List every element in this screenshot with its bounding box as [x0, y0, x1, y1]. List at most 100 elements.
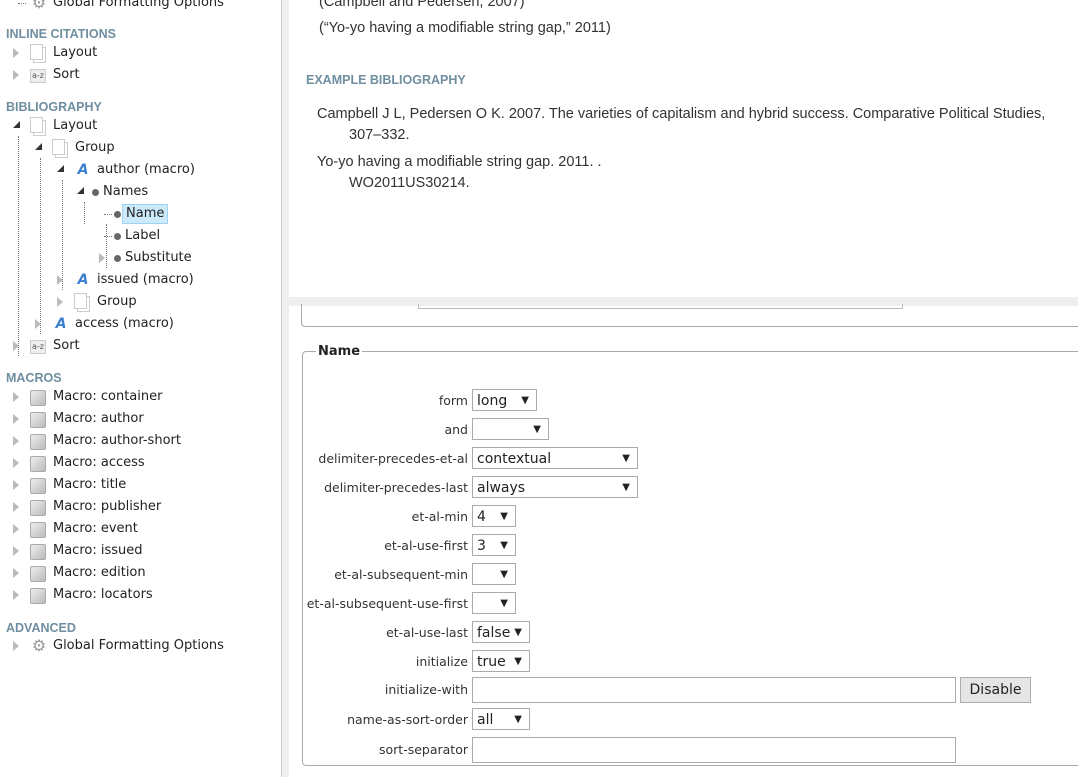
- expand-icon[interactable]: [13, 480, 19, 490]
- tree-item[interactable]: Macro: issued: [0, 541, 280, 561]
- tree-item-label[interactable]: Macro: access: [50, 453, 148, 473]
- selected-value: long: [477, 393, 508, 409]
- expand-icon[interactable]: [13, 524, 19, 534]
- expand-icon[interactable]: [13, 502, 19, 512]
- expand-icon[interactable]: [13, 568, 19, 578]
- field-label: sort-separator: [379, 742, 468, 757]
- tree-item[interactable]: a-z Sort: [0, 336, 280, 356]
- tree-item[interactable]: Macro: access: [0, 453, 280, 473]
- tree-item-label[interactable]: Macro: author: [50, 409, 147, 429]
- initialize-with-input[interactable]: [472, 677, 956, 703]
- tree-item-label[interactable]: access (macro): [72, 314, 177, 334]
- tree-item-label[interactable]: issued (macro): [94, 270, 197, 290]
- tree-section-heading: ADVANCED: [6, 621, 76, 635]
- expand-icon[interactable]: [13, 70, 19, 80]
- dropdown-arrow-icon: ▼: [514, 714, 522, 725]
- tree-item-label[interactable]: Group: [72, 138, 118, 158]
- field-label: et-al-min: [411, 509, 468, 524]
- tree-item[interactable]: Macro: container: [0, 387, 280, 407]
- collapse-icon[interactable]: [13, 121, 20, 128]
- panel-splitter[interactable]: [282, 0, 289, 777]
- tree-item-label[interactable]: Macro: locators: [50, 585, 156, 605]
- tree-guide-line: [106, 224, 107, 268]
- sort-icon: a-z: [30, 340, 46, 354]
- tree-item[interactable]: Macro: author-short: [0, 431, 280, 451]
- tree-item[interactable]: Label: [0, 226, 280, 246]
- et-al-subsequent-min-select[interactable]: ▼: [472, 563, 516, 585]
- tree-item-label[interactable]: author (macro): [94, 160, 198, 180]
- tree-item-label[interactable]: Layout: [50, 116, 100, 136]
- tree-item[interactable]: Macro: title: [0, 475, 280, 495]
- tree-item[interactable]: Macro: publisher: [0, 497, 280, 517]
- et-al-min-select[interactable]: 4 ▼: [472, 505, 516, 527]
- expand-icon[interactable]: [13, 641, 19, 651]
- expand-icon[interactable]: [13, 414, 19, 424]
- tree-item[interactable]: Names: [0, 182, 280, 202]
- tree-item[interactable]: Aauthor (macro): [0, 160, 280, 180]
- tree-item[interactable]: a-z Sort: [0, 65, 280, 85]
- tree-item[interactable]: ⚙ Global Formatting Options: [0, 636, 280, 656]
- style-tree-panel: ⚙ Global Formatting Options INLINE CITATIO…: [0, 0, 282, 777]
- tree-item-label[interactable]: Sort: [50, 336, 83, 356]
- cube-icon: [30, 588, 46, 604]
- tree-item-label[interactable]: Global Formatting Options: [50, 636, 227, 656]
- tree-item-label[interactable]: Layout: [50, 43, 100, 63]
- expand-icon[interactable]: [57, 297, 63, 307]
- expand-icon[interactable]: [13, 590, 19, 600]
- name-as-sort-order-select[interactable]: all ▼: [472, 708, 530, 730]
- et-al-subsequent-use-first-select[interactable]: ▼: [472, 592, 516, 614]
- initialize-select[interactable]: true ▼: [472, 650, 530, 672]
- selected-value: false: [477, 625, 511, 641]
- sort-separator-input[interactable]: [472, 737, 956, 763]
- delimiter-precedes-last-select[interactable]: always ▼: [472, 476, 638, 498]
- expand-icon[interactable]: [13, 436, 19, 446]
- tree-item-label[interactable]: Macro: title: [50, 475, 129, 495]
- and-select[interactable]: ▼: [472, 418, 549, 440]
- et-al-use-last-select[interactable]: false ▼: [472, 621, 530, 643]
- tree-item[interactable]: Group: [0, 138, 280, 158]
- collapse-icon[interactable]: [77, 187, 84, 194]
- expand-icon[interactable]: [13, 458, 19, 468]
- tree-item[interactable]: Layout: [0, 43, 280, 63]
- expand-icon[interactable]: [13, 48, 19, 58]
- tree-item-label[interactable]: Group: [94, 292, 140, 312]
- tree-item[interactable]: Group: [0, 292, 280, 312]
- tree-item[interactable]: Macro: edition: [0, 563, 280, 583]
- tree-item-label[interactable]: Label: [122, 226, 163, 246]
- tree-item[interactable]: Macro: event: [0, 519, 280, 539]
- tree-item-label[interactable]: Substitute: [122, 248, 195, 268]
- tree-item-label[interactable]: Macro: author-short: [50, 431, 184, 451]
- tree-item-label[interactable]: Sort: [50, 65, 83, 85]
- tree-item-label[interactable]: Macro: publisher: [50, 497, 164, 517]
- tree-item-label[interactable]: Name: [122, 204, 169, 224]
- tree-item-label[interactable]: Macro: event: [50, 519, 141, 539]
- tree-item[interactable]: Substitute: [0, 248, 280, 268]
- name-fieldset: Name form long ▼ and ▼ delimiter-precedes-et-…: [302, 344, 1078, 766]
- disable-button[interactable]: Disable: [960, 677, 1031, 703]
- tree-item-label[interactable]: Macro: edition: [50, 563, 149, 583]
- tree-item[interactable]: Aaccess (macro): [0, 314, 280, 334]
- selected-value: 3: [477, 538, 486, 554]
- collapse-icon[interactable]: [57, 165, 64, 172]
- tree-item-label[interactable]: Macro: issued: [50, 541, 146, 561]
- tree-item[interactable]: Aissued (macro): [0, 270, 280, 290]
- collapse-icon[interactable]: [35, 143, 42, 150]
- gear-icon: ⚙: [31, 0, 47, 12]
- expand-icon[interactable]: [13, 546, 19, 556]
- delimiter-precedes-et-al-select[interactable]: contextual ▼: [472, 447, 638, 469]
- form-row-et-al-subsequent-min: et-al-subsequent-min ▼: [303, 563, 1078, 587]
- et-al-use-first-select[interactable]: 3 ▼: [472, 534, 516, 556]
- tree-item[interactable]: Macro: locators: [0, 585, 280, 605]
- tree-item[interactable]: ⚙ Global Formatting Options: [0, 0, 280, 13]
- tree-item[interactable]: Name: [0, 204, 280, 224]
- tree-item-label[interactable]: Macro: container: [50, 387, 165, 407]
- form-row-and: and ▼: [303, 418, 1078, 442]
- tree-item-label[interactable]: Global Formatting Options: [50, 0, 227, 13]
- dropdown-arrow-icon: ▼: [622, 482, 630, 493]
- tree-item[interactable]: Layout: [0, 116, 280, 136]
- expand-icon[interactable]: [99, 253, 105, 263]
- expand-icon[interactable]: [13, 392, 19, 402]
- tree-item-label[interactable]: Names: [100, 182, 151, 202]
- tree-item[interactable]: Macro: author: [0, 409, 280, 429]
- form-select[interactable]: long ▼: [472, 389, 537, 411]
